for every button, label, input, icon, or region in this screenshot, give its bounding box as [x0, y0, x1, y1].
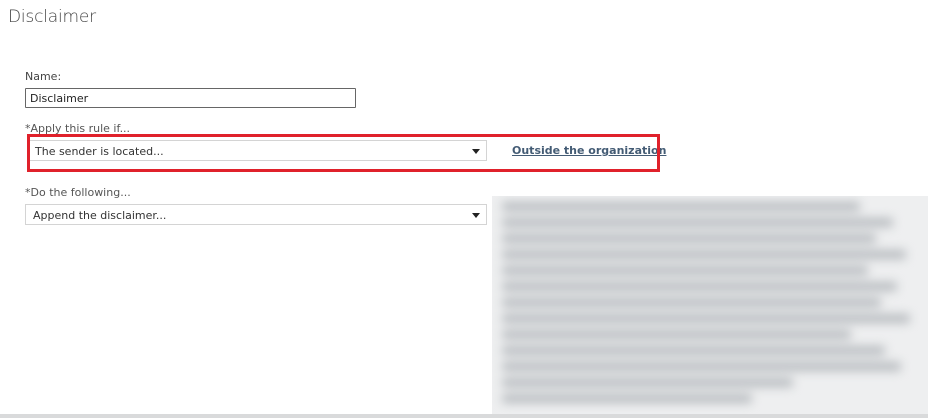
action-select[interactable]: Append the disclaimer... [25, 204, 487, 225]
blurred-disclaimer-panel [492, 196, 928, 414]
condition-select[interactable]: The sender is located... [27, 140, 487, 161]
name-label: Name: [25, 70, 62, 83]
apply-rule-label: *Apply this rule if... [25, 122, 131, 135]
blurred-text-block [502, 202, 918, 408]
name-input[interactable] [25, 88, 356, 108]
action-select-value: Append the disclaimer... [33, 209, 167, 222]
condition-select-value: The sender is located... [35, 145, 164, 158]
chevron-down-icon[interactable] [472, 149, 480, 154]
bottom-divider [0, 414, 928, 418]
outside-organization-link[interactable]: Outside the organization [512, 144, 666, 157]
do-following-label: *Do the following... [25, 186, 131, 199]
page-title: Disclaimer [8, 7, 96, 27]
chevron-down-icon[interactable] [472, 213, 480, 218]
